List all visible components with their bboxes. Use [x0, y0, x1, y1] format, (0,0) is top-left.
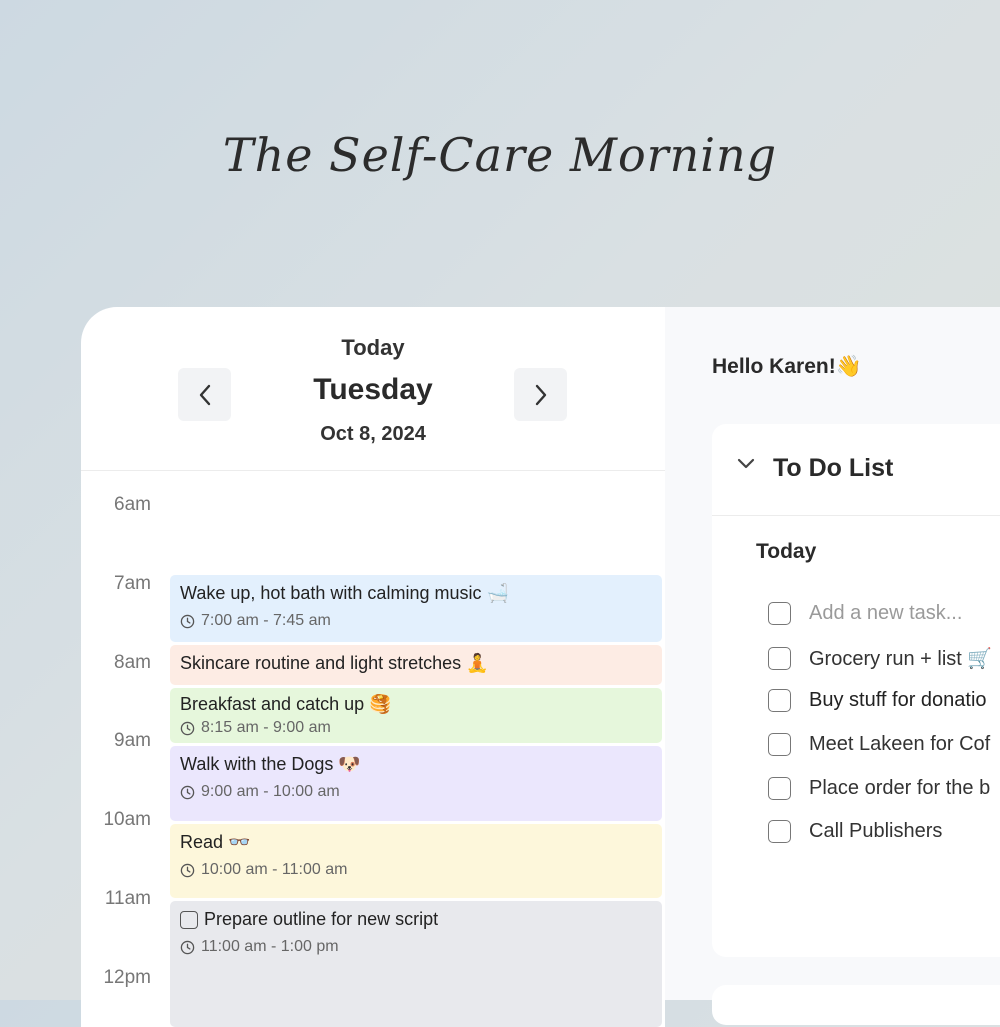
date-label: Oct 8, 2024 — [320, 423, 426, 445]
previous-day-button[interactable] — [178, 368, 231, 421]
task-label: Place order for the b — [809, 777, 991, 799]
hour-label: 12pm — [103, 967, 151, 988]
task-item[interactable]: Call Publishers — [768, 820, 942, 843]
calendar-event[interactable]: Breakfast and catch up 🥞 8:15 am - 9:00 … — [170, 688, 662, 743]
task-label: Call Publishers — [809, 820, 943, 842]
task-item[interactable]: Meet Lakeen for Cof — [768, 733, 990, 756]
clock-icon — [180, 863, 195, 877]
chevron-left-icon — [199, 384, 210, 405]
event-title: Skincare routine and light stretches 🧘 — [180, 653, 489, 673]
event-time: 11:00 am - 1:00 pm — [201, 938, 339, 955]
day-name: Tuesday — [313, 373, 433, 406]
hour-label: 8am — [114, 652, 151, 673]
event-title: Prepare outline for new script — [204, 909, 439, 929]
todo-header[interactable]: To Do List — [712, 424, 1000, 516]
hour-label: 6am — [114, 494, 151, 515]
todo-title: To Do List — [773, 454, 894, 482]
event-time: 9:00 am - 10:00 am — [201, 783, 340, 800]
task-checkbox[interactable] — [768, 777, 791, 800]
chevron-down-icon[interactable] — [736, 457, 756, 471]
hour-label: 11am — [104, 888, 151, 909]
task-item[interactable]: Grocery run + list 🛒 — [768, 646, 992, 671]
calendar-card: Today Tuesday Oct 8, 2024 6am 7am 8am 9a… — [81, 307, 665, 1027]
calendar-event[interactable]: Wake up, hot bath with calming music 🛁 7… — [170, 575, 662, 642]
task-label: Buy stuff for donatio — [809, 689, 987, 711]
clock-icon — [180, 721, 195, 735]
task-checkbox[interactable] — [768, 733, 791, 756]
page-headline: The Self-Care Morning — [222, 128, 778, 182]
hour-label: 10am — [103, 809, 151, 830]
task-label: Meet Lakeen for Cof — [809, 733, 991, 755]
event-title: Walk with the Dogs 🐶 — [180, 754, 361, 774]
task-label: Add a new task... — [809, 602, 963, 624]
greeting: Hello Karen!👋 — [712, 355, 862, 378]
event-time: 10:00 am - 11:00 am — [201, 861, 348, 878]
clock-icon — [180, 785, 195, 799]
hour-label: 7am — [114, 573, 151, 594]
task-checkbox[interactable] — [768, 602, 791, 625]
calendar-event[interactable]: Skincare routine and light stretches 🧘 — [170, 645, 662, 685]
task-item[interactable]: Buy stuff for donatio — [768, 689, 987, 712]
calendar-event[interactable]: Prepare outline for new script 11:00 am … — [170, 901, 662, 1027]
chevron-right-icon — [535, 384, 546, 405]
add-task-input[interactable]: Add a new task... — [768, 602, 962, 625]
secondary-card — [712, 985, 1000, 1025]
task-checkbox[interactable] — [768, 689, 791, 712]
event-time: 7:00 am - 7:45 am — [201, 612, 331, 629]
event-title: Wake up, hot bath with calming music 🛁 — [180, 583, 509, 603]
clock-icon — [180, 940, 195, 954]
calendar-header: Today Tuesday Oct 8, 2024 — [81, 307, 665, 471]
task-item[interactable]: Place order for the b — [768, 777, 990, 800]
task-checkbox[interactable] — [768, 647, 791, 670]
today-label: Today — [341, 335, 405, 360]
event-checkbox[interactable] — [180, 910, 198, 929]
hour-label: 9am — [114, 730, 151, 751]
event-title: Read 👓 — [180, 832, 251, 852]
event-title: Breakfast and catch up 🥞 — [180, 694, 392, 714]
event-time: 8:15 am - 9:00 am — [201, 719, 331, 736]
clock-icon — [180, 614, 195, 628]
todo-card: To Do List Today Add a new task... Groce… — [712, 424, 1000, 957]
calendar-event[interactable]: Read 👓 10:00 am - 11:00 am — [170, 824, 662, 898]
calendar-event[interactable]: Walk with the Dogs 🐶 9:00 am - 10:00 am — [170, 746, 662, 821]
task-label: Grocery run + list 🛒 — [809, 648, 993, 670]
next-day-button[interactable] — [514, 368, 567, 421]
task-checkbox[interactable] — [768, 820, 791, 843]
todo-section-title: Today — [756, 540, 817, 563]
